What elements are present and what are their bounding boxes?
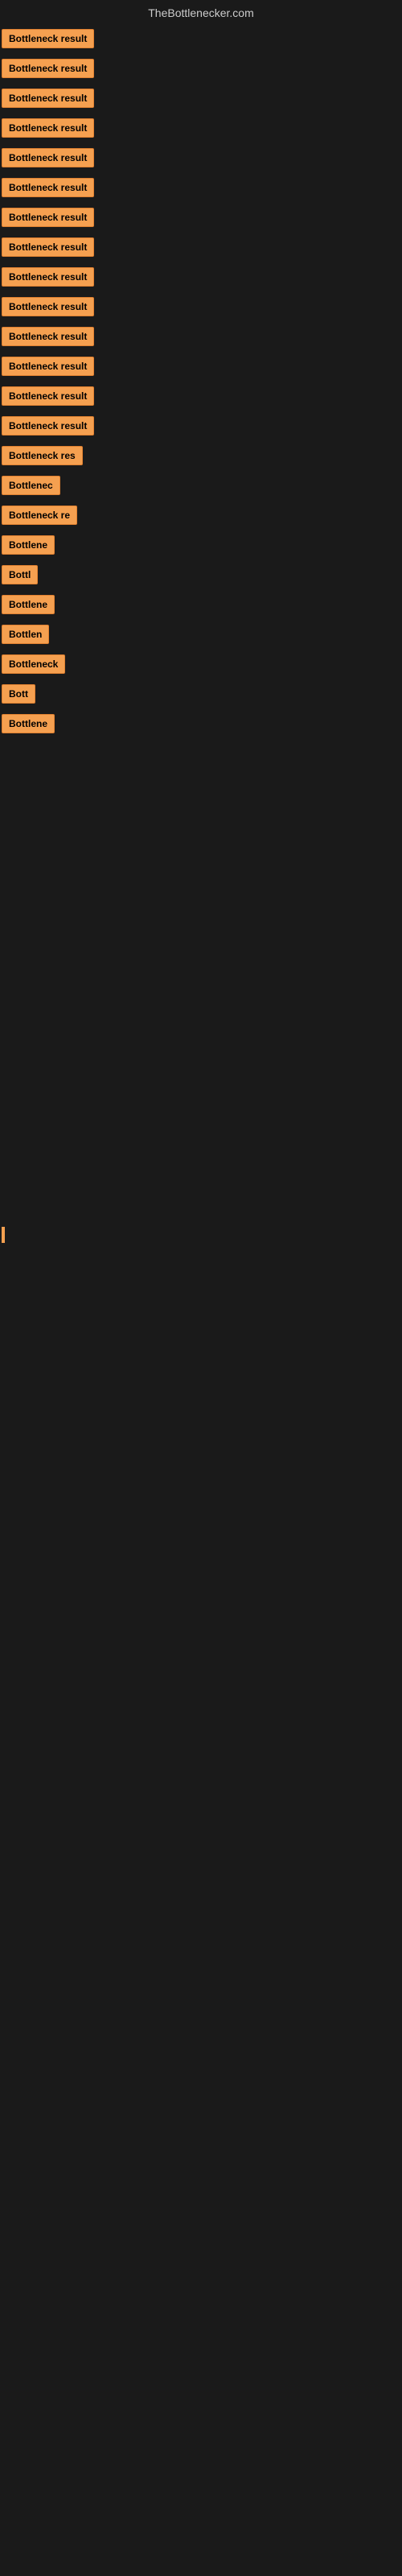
bottleneck-badge[interactable]: Bottleneck result <box>2 237 94 257</box>
page-wrapper: TheBottlenecker.com Bottleneck resultBot… <box>0 0 402 1887</box>
bottleneck-badge[interactable]: Bottleneck <box>2 654 65 674</box>
list-item[interactable]: Bottleneck result <box>0 204 402 234</box>
bottleneck-badge[interactable]: Bottleneck result <box>2 59 94 78</box>
items-list: Bottleneck result Bottleneck result Bottle… <box>0 23 402 744</box>
list-item[interactable]: Bottlenec <box>0 473 402 502</box>
list-item[interactable]: Bottleneck result <box>0 234 402 264</box>
bottleneck-badge[interactable]: Bottleneck result <box>2 208 94 227</box>
list-item[interactable]: Bottleneck re <box>0 502 402 532</box>
bottleneck-badge[interactable]: Bottleneck result <box>2 357 94 376</box>
list-item[interactable]: Bottlen <box>0 621 402 651</box>
list-item[interactable]: Bottleneck result <box>0 413 402 443</box>
bottleneck-badge[interactable]: Bott <box>2 684 35 704</box>
list-item[interactable]: Bottleneck result <box>0 294 402 324</box>
cursor-indicator <box>2 1227 5 1243</box>
list-item[interactable]: Bottleneck result <box>0 383 402 413</box>
bottleneck-badge[interactable]: Bottleneck res <box>2 446 83 465</box>
bottleneck-badge[interactable]: Bottleneck result <box>2 178 94 197</box>
bottleneck-badge[interactable]: Bottlene <box>2 714 55 733</box>
list-item[interactable]: Bottleneck result <box>0 26 402 56</box>
list-item[interactable]: Bottleneck result <box>0 353 402 383</box>
list-item[interactable]: Bottleneck result <box>0 175 402 204</box>
list-item[interactable]: Bottlene <box>0 532 402 562</box>
bottleneck-badge[interactable]: Bottleneck result <box>2 416 94 436</box>
bottleneck-badge[interactable]: Bottl <box>2 565 38 584</box>
bottleneck-badge[interactable]: Bottleneck result <box>2 89 94 108</box>
bottleneck-badge[interactable]: Bottlene <box>2 595 55 614</box>
list-item[interactable]: Bottleneck result <box>0 115 402 145</box>
bottleneck-badge[interactable]: Bottleneck result <box>2 118 94 138</box>
bottleneck-badge[interactable]: Bottleneck result <box>2 297 94 316</box>
empty-section <box>0 744 402 1227</box>
bottleneck-badge[interactable]: Bottleneck result <box>2 267 94 287</box>
list-item[interactable]: Bottleneck result <box>0 324 402 353</box>
bottleneck-badge[interactable]: Bottlenec <box>2 476 60 495</box>
bottleneck-badge[interactable]: Bottleneck result <box>2 386 94 406</box>
bottleneck-badge[interactable]: Bottleneck result <box>2 29 94 48</box>
list-item[interactable]: Bottleneck <box>0 651 402 681</box>
list-item[interactable]: Bottleneck res <box>0 443 402 473</box>
list-item[interactable]: Bottleneck result <box>0 264 402 294</box>
list-item[interactable]: Bottlene <box>0 592 402 621</box>
bottleneck-badge[interactable]: Bottlen <box>2 625 49 644</box>
list-item[interactable]: Bott <box>0 681 402 711</box>
list-item[interactable]: Bottleneck result <box>0 85 402 115</box>
bottleneck-badge[interactable]: Bottleneck result <box>2 327 94 346</box>
list-item[interactable]: Bottleneck result <box>0 56 402 85</box>
bottleneck-badge[interactable]: Bottlene <box>2 535 55 555</box>
bottleneck-badge[interactable]: Bottleneck re <box>2 506 77 525</box>
site-title: TheBottlenecker.com <box>0 0 402 23</box>
bottleneck-badge[interactable]: Bottleneck result <box>2 148 94 167</box>
list-item[interactable]: Bottl <box>0 562 402 592</box>
dark-section-2 <box>0 1243 402 1887</box>
list-item[interactable]: Bottleneck result <box>0 145 402 175</box>
list-item[interactable]: Bottlene <box>0 711 402 741</box>
